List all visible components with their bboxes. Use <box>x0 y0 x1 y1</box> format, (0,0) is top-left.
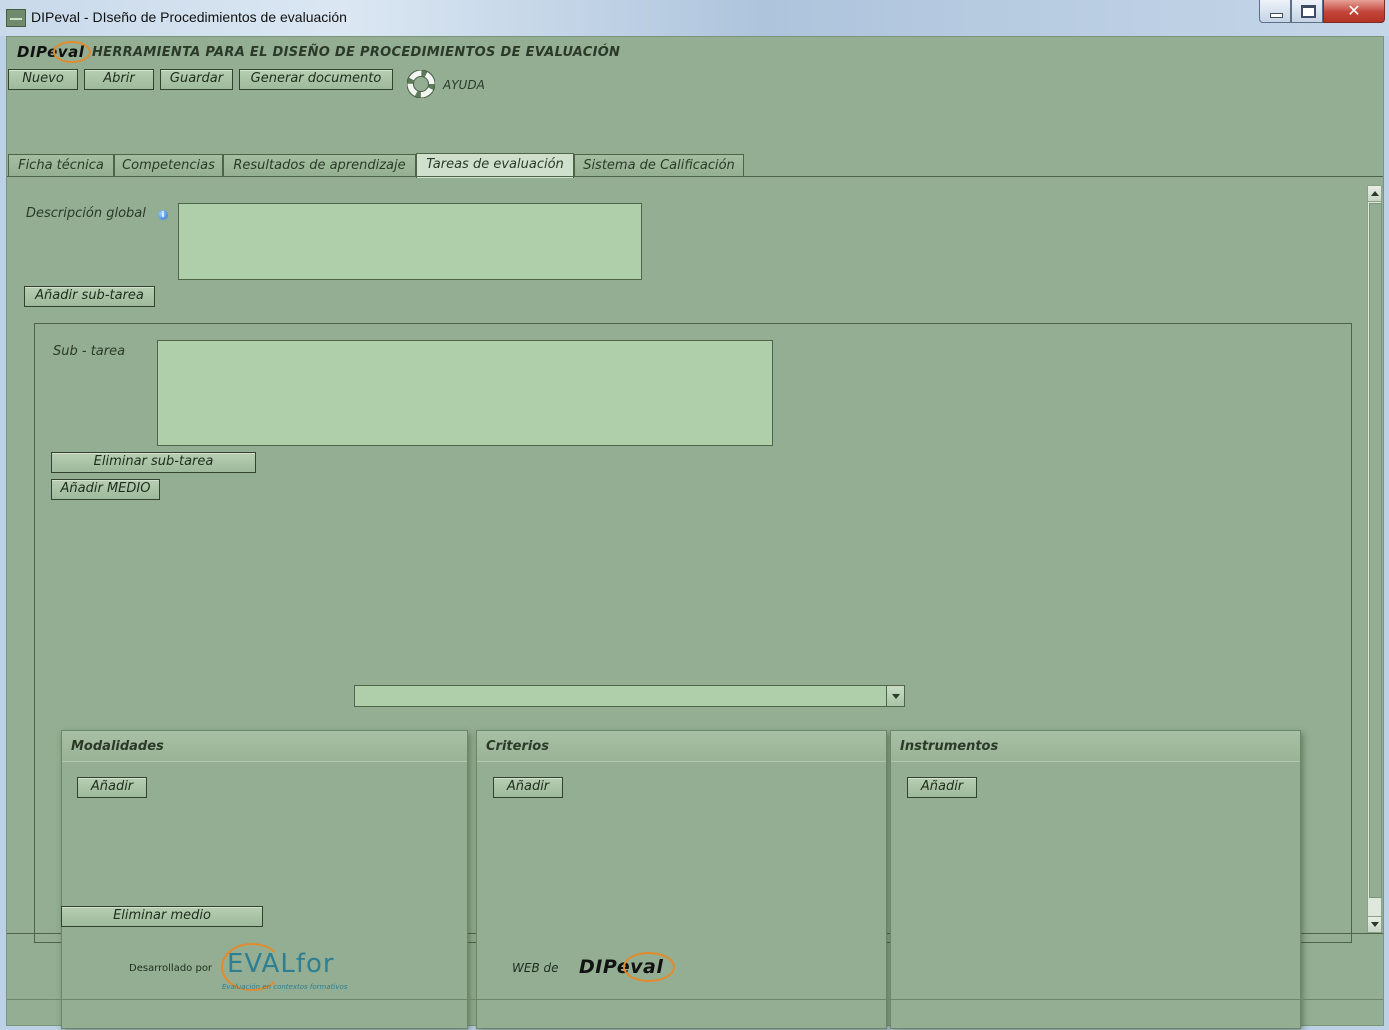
lifebuoy-icon[interactable] <box>407 70 435 98</box>
remove-subtask-button[interactable]: Eliminar sub-tarea <box>51 452 256 473</box>
dipeval-web-link[interactable]: DIPeval <box>579 952 675 982</box>
criterios-header: Criterios <box>477 731 886 762</box>
close-icon: ✕ <box>1347 1 1361 20</box>
evalfor-logo[interactable]: EVALfor Evaluación en contextos formativ… <box>219 939 369 995</box>
footer: Desarrollado por EVALfor Evaluación en c… <box>7 935 1383 999</box>
tab-tareas-evaluacion[interactable]: Tareas de evaluación <box>416 153 574 178</box>
header-title: HERRAMIENTA PARA EL DISEÑO DE PROCEDIMIE… <box>92 45 621 60</box>
info-icon[interactable]: i <box>158 210 168 220</box>
add-subtask-button[interactable]: Añadir sub-tarea <box>24 286 155 307</box>
subtask-label: Sub - tarea <box>53 344 126 359</box>
developed-by-label: Desarrollado por <box>129 963 213 974</box>
status-bar <box>7 999 1383 1026</box>
generate-document-button[interactable]: Generar documento <box>239 69 393 90</box>
window-title: DIPeval - DIseño de Procedimientos de ev… <box>31 9 347 25</box>
app-window: DIPeval HERRAMIENTA PARA EL DISEÑO DE PR… <box>6 36 1384 1029</box>
scroll-up-icon[interactable] <box>1368 186 1381 202</box>
tab-resultados-aprendizaje[interactable]: Resultados de aprendizaje <box>223 154 416 177</box>
tab-panel-tareas: Descripción global i Añadir sub-tarea Su… <box>7 176 1383 1029</box>
remove-medio-button[interactable]: Eliminar medio <box>61 906 263 927</box>
scroll-thumb[interactable] <box>1369 203 1382 898</box>
web-label: WEB de <box>512 961 559 975</box>
minimize-button[interactable] <box>1259 0 1291 23</box>
close-button[interactable]: ✕ <box>1323 0 1385 23</box>
add-modalidad-button[interactable]: Añadir <box>77 777 147 798</box>
subtask-field[interactable] <box>157 340 773 446</box>
add-medio-button[interactable]: Añadir MEDIO <box>51 479 160 500</box>
maximize-button[interactable] <box>1291 0 1323 23</box>
vertical-scrollbar[interactable] <box>1367 185 1382 933</box>
save-button[interactable]: Guardar <box>160 69 233 90</box>
modalidades-header: Modalidades <box>62 731 467 762</box>
tab-sistema-calificacion[interactable]: Sistema de Calificación <box>574 154 744 177</box>
add-instrumento-button[interactable]: Añadir <box>907 777 977 798</box>
scroll-down-icon[interactable] <box>1368 916 1381 932</box>
criterios-title: Criterios <box>486 739 549 754</box>
modalidades-title: Modalidades <box>71 739 164 754</box>
tab-ficha-tecnica[interactable]: Ficha técnica <box>8 154 114 177</box>
open-button[interactable]: Abrir <box>84 69 154 90</box>
help-link[interactable]: AYUDA <box>443 78 485 92</box>
medio-dropdown[interactable] <box>354 685 905 707</box>
subtask-panel: Sub - tarea Eliminar sub-tarea Añadir ME… <box>34 323 1352 1029</box>
descripcion-global-label: Descripción global <box>26 206 146 221</box>
tab-competencias[interactable]: Competencias <box>114 154 223 177</box>
new-button[interactable]: Nuevo <box>8 69 78 90</box>
chevron-down-icon[interactable] <box>886 686 904 706</box>
instrumentos-header: Instrumentos <box>891 731 1300 762</box>
instrumentos-title: Instrumentos <box>900 739 999 754</box>
window-titlebar: DIPeval - DIseño de Procedimientos de ev… <box>0 0 1389 36</box>
descripcion-global-field[interactable] <box>178 203 642 280</box>
add-criterio-button[interactable]: Añadir <box>493 777 563 798</box>
dipeval-logo: DIPeval <box>17 41 91 63</box>
app-icon <box>6 9 26 27</box>
